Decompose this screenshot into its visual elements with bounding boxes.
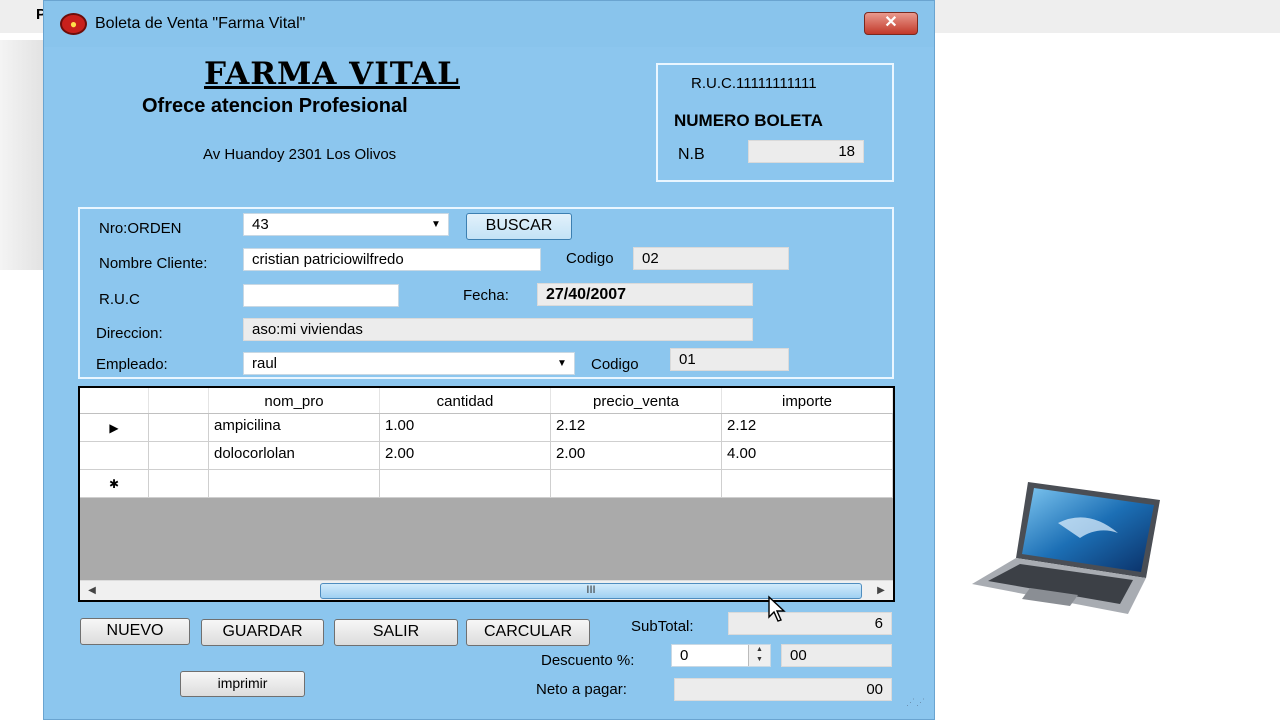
table-cell-nom-pro[interactable] [209, 470, 380, 497]
table-row[interactable]: ▶ ampicilina 1.00 2.12 2.12 [80, 414, 893, 442]
ruc-field[interactable] [243, 284, 399, 307]
codigo-empleado-field[interactable]: 01 [670, 348, 789, 371]
table-cell-importe[interactable]: 4.00 [722, 442, 893, 469]
column-header-importe[interactable]: importe [722, 388, 893, 413]
grid-header: nom_pro cantidad precio_venta importe [80, 388, 893, 414]
nb-label: N.B [678, 146, 705, 163]
dropdown-arrow-icon[interactable]: ▼ [550, 353, 574, 374]
table-cell-precio-venta[interactable]: 2.00 [551, 442, 722, 469]
carcular-button[interactable]: CARCULAR [466, 619, 590, 646]
boleta-window: ● Boleta de Venta "Farma Vital" ✕ FARMA … [43, 0, 935, 720]
table-cell-precio-venta[interactable] [551, 470, 722, 497]
table-cell-nom-pro[interactable]: dolocorlolan [209, 442, 380, 469]
cliente-label: Nombre Cliente: [99, 255, 208, 272]
table-cell-cantidad[interactable]: 2.00 [380, 442, 551, 469]
empleado-combobox[interactable]: raul ▼ [243, 352, 575, 375]
nb-field[interactable]: 18 [748, 140, 864, 163]
descuento-label: Descuento %: [541, 652, 635, 669]
scroll-left-icon[interactable]: ◀ [82, 581, 102, 601]
column-header-nom-pro[interactable]: nom_pro [209, 388, 380, 413]
orden-value: 43 [252, 216, 269, 233]
table-row[interactable]: dolocorlolan 2.00 2.00 4.00 [80, 442, 893, 470]
close-icon: ✕ [884, 14, 898, 31]
close-button[interactable]: ✕ [864, 12, 918, 35]
new-row[interactable]: ✱ [80, 470, 893, 498]
nuevo-button[interactable]: NUEVO [80, 618, 190, 645]
table-cell-cantidad[interactable] [380, 470, 551, 497]
neto-field[interactable]: 00 [674, 678, 892, 701]
table-cell-blank[interactable] [149, 442, 209, 469]
brand-title: FARMA VITAL [204, 56, 460, 92]
ruc-field-label: R.U.C [99, 291, 140, 308]
subtotal-label: SubTotal: [631, 618, 694, 635]
products-grid[interactable]: nom_pro cantidad precio_venta importe ▶ … [78, 386, 895, 602]
dropdown-arrow-icon[interactable]: ▼ [424, 214, 448, 235]
codigo-cliente-label: Codigo [566, 250, 614, 267]
window-titlebar[interactable]: ● Boleta de Venta "Farma Vital" ✕ [44, 1, 934, 47]
ruc-label: R.U.C.11111111111 [691, 75, 817, 92]
resize-grip-icon[interactable]: ⋰⋰ [906, 698, 925, 711]
buscar-button[interactable]: BUSCAR [466, 213, 572, 240]
direccion-label: Direccion: [96, 325, 163, 342]
numero-boleta-title: NUMERO BOLETA [674, 111, 823, 130]
mouse-cursor-icon [768, 595, 786, 622]
address: Av Huandoy 2301 Los Olivos [203, 146, 397, 163]
codigo-cliente-field[interactable]: 02 [633, 247, 789, 270]
orden-combobox[interactable]: 43 ▼ [243, 213, 449, 236]
scroll-right-icon[interactable]: ▶ [871, 581, 891, 601]
new-row-icon[interactable]: ✱ [80, 470, 149, 497]
codigo-empleado-label: Codigo [591, 356, 639, 373]
empleado-label: Empleado: [96, 356, 168, 373]
table-cell-nom-pro[interactable]: ampicilina [209, 414, 380, 441]
row-header[interactable] [80, 442, 149, 469]
subtotal-field[interactable]: 6 [728, 612, 892, 635]
table-cell-importe[interactable] [722, 470, 893, 497]
column-header-blank[interactable] [149, 388, 209, 413]
table-cell-importe[interactable]: 2.12 [722, 414, 893, 441]
grid-corner[interactable] [80, 388, 149, 413]
direccion-field[interactable]: aso:mi viviendas [243, 318, 753, 341]
table-cell-blank[interactable] [149, 470, 209, 497]
window-title: Boleta de Venta "Farma Vital" [95, 15, 306, 32]
app-icon[interactable]: ● [60, 13, 87, 35]
row-pointer-icon[interactable]: ▶ [80, 414, 149, 441]
fecha-field[interactable]: 27/40/2007 [537, 283, 753, 306]
column-header-precio-venta[interactable]: precio_venta [551, 388, 722, 413]
fecha-label: Fecha: [463, 287, 509, 304]
guardar-button[interactable]: GUARDAR [201, 619, 324, 646]
descuento-field[interactable]: 00 [781, 644, 892, 667]
descuento-pct-value: 0 [680, 647, 689, 664]
empleado-value: raul [252, 355, 278, 372]
salir-button[interactable]: SALIR [334, 619, 458, 646]
neto-label: Neto a pagar: [536, 681, 627, 698]
background-shadow [0, 40, 44, 270]
descuento-stepper[interactable]: 0 ▲ ▼ [671, 644, 771, 667]
table-cell-blank[interactable] [149, 414, 209, 441]
orden-label: Nro:ORDEN [99, 220, 182, 237]
laptop-image [972, 482, 1160, 614]
tagline: Ofrece atencion Profesional [142, 95, 408, 117]
cliente-field[interactable]: cristian patriciowilfredo [243, 248, 541, 271]
imprimir-button[interactable]: imprimir [180, 671, 305, 697]
spin-arrows-icon[interactable]: ▲ ▼ [748, 645, 770, 666]
column-header-cantidad[interactable]: cantidad [380, 388, 551, 413]
table-cell-precio-venta[interactable]: 2.12 [551, 414, 722, 441]
table-cell-cantidad[interactable]: 1.00 [380, 414, 551, 441]
